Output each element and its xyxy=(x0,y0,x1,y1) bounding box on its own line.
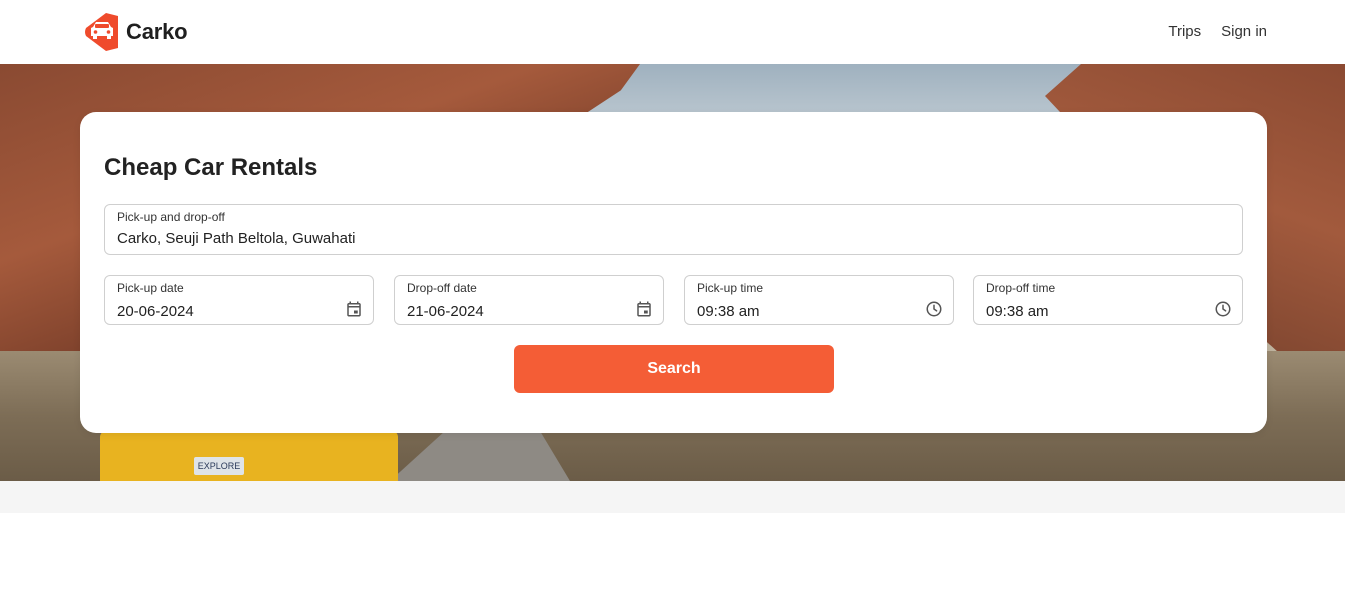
location-value[interactable]: Carko, Seuji Path Beltola, Guwahati xyxy=(117,230,355,247)
nav-trips-link[interactable]: Trips xyxy=(1168,23,1201,40)
calendar-icon[interactable] xyxy=(345,300,363,318)
dropoff-date-field[interactable]: Drop-off date 21-06-2024 xyxy=(394,275,664,325)
top-header: Carko Trips Sign in xyxy=(0,0,1345,64)
search-button[interactable]: Search xyxy=(514,345,834,393)
search-card: Cheap Car Rentals Pick-up and drop-off C… xyxy=(80,112,1267,433)
section-band xyxy=(0,481,1345,513)
dropoff-time-label: Drop-off time xyxy=(986,281,1056,295)
location-field[interactable]: Pick-up and drop-off Carko, Seuji Path B… xyxy=(104,204,1243,255)
clock-icon[interactable] xyxy=(1214,300,1232,318)
dropoff-date-label: Drop-off date xyxy=(407,281,477,295)
brand-logo[interactable]: Carko xyxy=(84,12,188,52)
car-logo-icon xyxy=(85,13,118,51)
dropoff-time-value[interactable]: 09:38 am xyxy=(986,303,1049,320)
brand-name: Carko xyxy=(126,19,188,44)
pickup-date-field[interactable]: Pick-up date 20-06-2024 xyxy=(104,275,374,325)
van-plate: EXPLORE xyxy=(194,457,244,475)
pickup-date-label: Pick-up date xyxy=(117,281,184,295)
pickup-time-field[interactable]: Pick-up time 09:38 am xyxy=(684,275,954,325)
dropoff-date-value[interactable]: 21-06-2024 xyxy=(407,303,484,320)
pickup-time-label: Pick-up time xyxy=(697,281,764,295)
pickup-date-value[interactable]: 20-06-2024 xyxy=(117,303,194,320)
location-label: Pick-up and drop-off xyxy=(117,210,225,224)
calendar-icon[interactable] xyxy=(635,300,653,318)
page-title: Cheap Car Rentals xyxy=(104,154,318,181)
hero-van xyxy=(100,431,398,481)
dropoff-time-field[interactable]: Drop-off time 09:38 am xyxy=(973,275,1243,325)
pickup-time-value[interactable]: 09:38 am xyxy=(697,303,760,320)
nav-sign-in-link[interactable]: Sign in xyxy=(1221,23,1267,40)
clock-icon[interactable] xyxy=(925,300,943,318)
top-nav: Trips Sign in xyxy=(1168,23,1267,40)
